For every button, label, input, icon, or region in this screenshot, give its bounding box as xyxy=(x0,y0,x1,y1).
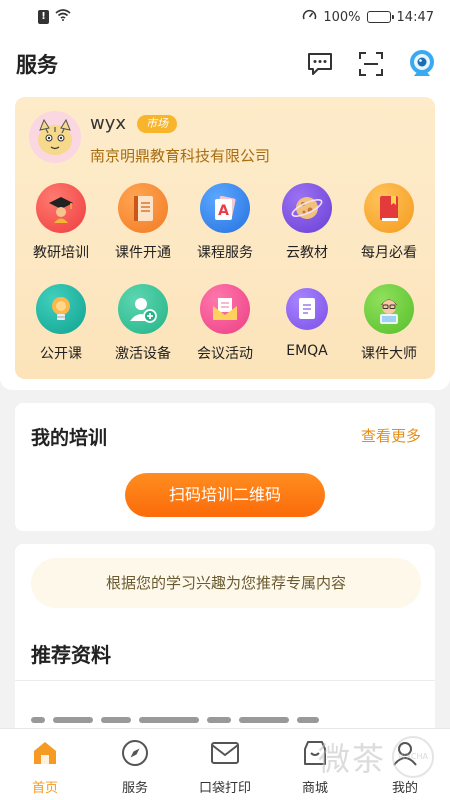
service-item-emqa[interactable]: EMQA xyxy=(266,284,348,363)
status-bar: ! 100% 14:47 xyxy=(0,0,450,34)
planet-icon xyxy=(282,183,332,233)
service-item-open-class[interactable]: 公开课 xyxy=(20,284,102,363)
user-icon xyxy=(391,739,419,771)
page-title: 服务 xyxy=(16,53,58,77)
message-icon[interactable] xyxy=(306,51,334,77)
training-title: 我的培训 xyxy=(31,427,108,449)
service-grid: 教研培训 课件开通 A 课程服务 云教材 每月必看 公开课 激活设备 会议活动 … xyxy=(20,183,430,363)
courseware-book-icon xyxy=(118,183,168,233)
service-label: 激活设备 xyxy=(115,346,171,362)
service-label: 课件开通 xyxy=(115,245,171,261)
username: wyx xyxy=(90,113,127,134)
service-item-activate-device[interactable]: 激活设备 xyxy=(102,284,184,363)
my-training-card: 我的培训 查看更多 扫码培训二维码 xyxy=(15,403,435,531)
svg-text:A: A xyxy=(218,203,229,219)
service-label: 会议活动 xyxy=(197,346,253,362)
bottom-tab-bar: 首页 服务 口袋打印 商城 我的 xyxy=(0,728,450,800)
print-envelope-icon xyxy=(209,739,241,771)
tab-label: 商城 xyxy=(301,781,328,796)
service-label: 云教材 xyxy=(286,245,328,261)
letter-a-card-icon: A xyxy=(200,183,250,233)
speed-gauge-icon xyxy=(302,8,317,26)
service-label: 课件大师 xyxy=(361,346,417,362)
avatar[interactable] xyxy=(29,111,81,163)
service-item-monthly-must-read[interactable]: 每月必看 xyxy=(348,183,430,262)
tab-shop[interactable]: 商城 xyxy=(270,729,360,800)
graduate-icon xyxy=(36,183,86,233)
red-book-icon xyxy=(364,183,414,233)
teacher-avatar-icon xyxy=(364,284,414,334)
light-bulb-icon xyxy=(36,284,86,334)
scan-training-qr-button[interactable]: 扫码培训二维码 xyxy=(125,473,325,517)
tab-label: 我的 xyxy=(391,781,418,796)
clipped-list-item[interactable] xyxy=(31,717,361,727)
service-label: 公开课 xyxy=(40,346,82,362)
battery-percent: 100% xyxy=(323,9,361,25)
service-item-cloud-textbook[interactable]: 云教材 xyxy=(266,183,348,262)
scan-icon[interactable] xyxy=(358,51,384,77)
service-item-courseware-master[interactable]: 课件大师 xyxy=(348,284,430,363)
tab-label: 服务 xyxy=(121,781,148,796)
recommend-card: 根据您的学习兴趣为您推荐专属内容 推荐资料 xyxy=(15,544,435,744)
shop-icon xyxy=(301,739,329,771)
service-label: 教研培训 xyxy=(33,245,89,261)
status-time: 14:47 xyxy=(396,9,434,25)
document-icon xyxy=(286,288,328,330)
service-item-course-service[interactable]: A 课程服务 xyxy=(184,183,266,262)
wifi-icon xyxy=(55,9,71,25)
battery-icon xyxy=(366,11,394,23)
home-icon xyxy=(30,739,60,771)
company-name: 南京明鼎教育科技有限公司 xyxy=(90,147,271,165)
app-header: 服务 xyxy=(0,34,450,94)
tab-pocket-print[interactable]: 口袋打印 xyxy=(180,729,270,800)
tab-home[interactable]: 首页 xyxy=(0,729,90,800)
tab-mine[interactable]: 我的 xyxy=(360,729,450,800)
sim-alert-icon: ! xyxy=(38,10,49,24)
service-label: 课程服务 xyxy=(197,245,253,261)
role-badge: 市场 xyxy=(137,115,177,133)
service-item-courseware-activation[interactable]: 课件开通 xyxy=(102,183,184,262)
service-label: 每月必看 xyxy=(361,245,417,261)
envelope-icon xyxy=(200,284,250,334)
profile-card: wyx 市场 南京明鼎教育科技有限公司 教研培训 课件开通 A 课程服务 云教材 xyxy=(15,97,435,379)
tab-label: 口袋打印 xyxy=(198,781,251,796)
divider xyxy=(15,680,435,681)
compass-icon xyxy=(121,739,149,771)
service-item-teaching-training[interactable]: 教研培训 xyxy=(20,183,102,262)
service-label: EMQA xyxy=(286,343,328,359)
tab-label: 首页 xyxy=(31,781,58,796)
webcam-icon[interactable] xyxy=(408,49,436,79)
recommend-notice: 根据您的学习兴趣为您推荐专属内容 xyxy=(31,558,421,608)
view-more-link[interactable]: 查看更多 xyxy=(361,425,421,446)
recommend-title: 推荐资料 xyxy=(31,643,111,667)
tab-services[interactable]: 服务 xyxy=(90,729,180,800)
add-user-icon xyxy=(118,284,168,334)
service-item-meeting-activity[interactable]: 会议活动 xyxy=(184,284,266,363)
